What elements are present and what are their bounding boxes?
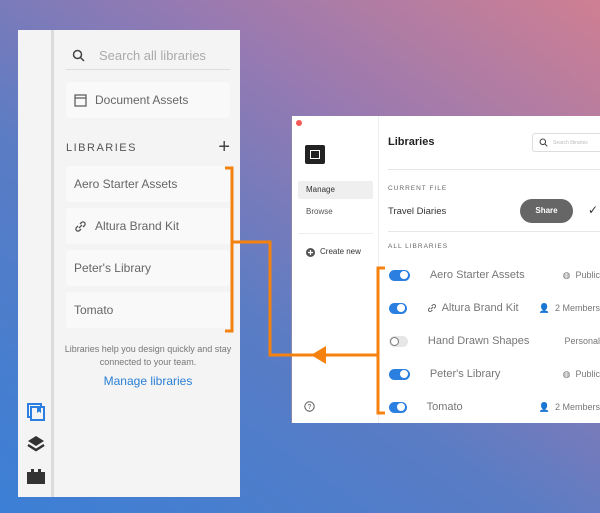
annotation-overlay bbox=[225, 166, 385, 415]
left-bracket bbox=[225, 166, 234, 333]
arrow-left-icon bbox=[311, 346, 326, 364]
right-bracket bbox=[376, 266, 385, 415]
connector-line bbox=[232, 240, 378, 357]
